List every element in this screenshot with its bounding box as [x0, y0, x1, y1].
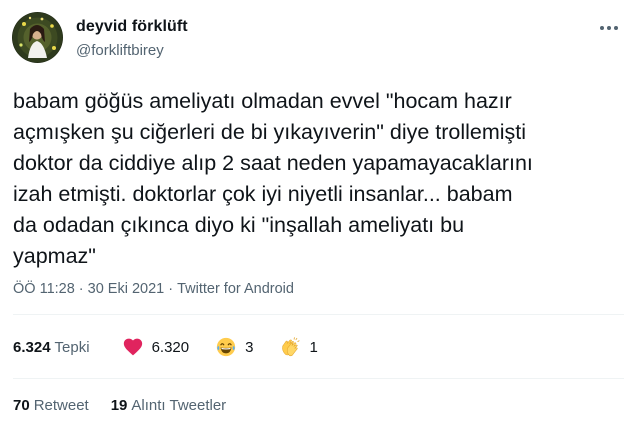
- meta-separator: ·: [168, 281, 174, 297]
- author-handle[interactable]: @forkliftbirey: [76, 42, 164, 59]
- reaction-laugh-count: 3: [245, 338, 254, 356]
- heart-icon: [123, 338, 142, 356]
- tweet-time[interactable]: ÖÖ 11:28: [13, 281, 75, 297]
- reaction-heart-count: 6.320: [151, 338, 190, 356]
- retweets-label: Retweet: [33, 397, 89, 414]
- retweets-stat[interactable]: 70 Retweet: [13, 397, 89, 414]
- reactions-total-label[interactable]: Tepki: [55, 339, 90, 356]
- quote-tweets-count: 19: [110, 397, 128, 414]
- divider: [13, 378, 624, 379]
- retweets-count: 70: [13, 397, 30, 414]
- author-name[interactable]: deyvid förklüft: [76, 18, 188, 36]
- laughing-face-icon: [216, 337, 236, 357]
- tweet-date[interactable]: 30 Eki 2021: [88, 281, 165, 297]
- reaction-clap-count: 1: [309, 338, 318, 356]
- tweet-meta: ÖÖ 11:28 · 30 Eki 2021 · Twitter for Android: [13, 281, 298, 297]
- reactions-total-count[interactable]: 6.324: [13, 339, 51, 356]
- quote-tweets-label: Alıntı Tweetler: [131, 397, 227, 414]
- reaction-laugh[interactable]: 3: [215, 336, 253, 358]
- avatar[interactable]: [12, 12, 63, 63]
- tweet-stats: 70 Retweet 19 Alıntı Tweetler: [13, 397, 248, 414]
- tweet-header: deyvid förklüft @forkliftbirey: [12, 12, 623, 68]
- tweet-text: babam göğüs ameliyatı olmadan evvel "hoc…: [13, 89, 533, 268]
- reaction-clap[interactable]: 1: [279, 336, 318, 358]
- clapping-hands-icon: [282, 337, 301, 357]
- divider: [13, 314, 624, 315]
- reaction-heart[interactable]: 6.320: [122, 336, 190, 358]
- more-options-icon[interactable]: [595, 18, 623, 38]
- tweet-source[interactable]: Twitter for Android: [177, 281, 294, 297]
- reactions-bar: 6.324 Tepki 6.320 3 1: [13, 334, 344, 360]
- meta-separator: ·: [78, 281, 84, 297]
- avatar-image: [12, 12, 63, 63]
- quote-tweets-stat[interactable]: 19 Alıntı Tweetler: [111, 397, 226, 414]
